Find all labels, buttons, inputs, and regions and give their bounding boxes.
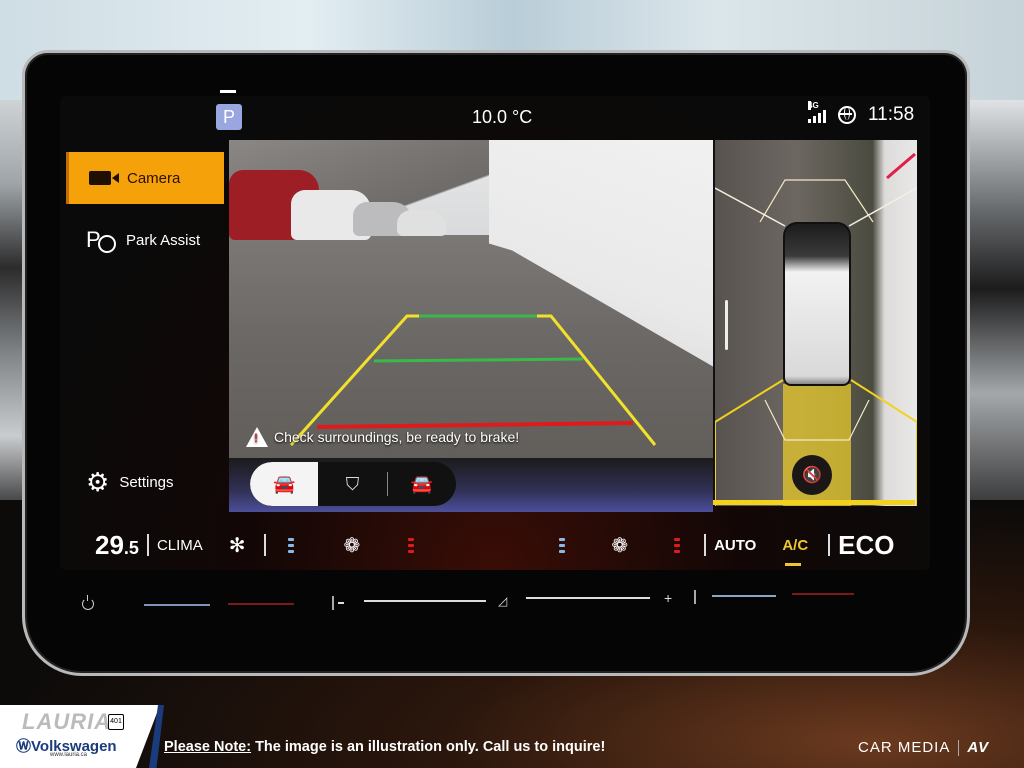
right-seat-heat-level[interactable] xyxy=(674,537,681,553)
left-seat-ventilation-icon[interactable]: ❁ xyxy=(344,533,361,558)
rear-left-zone xyxy=(715,379,784,506)
temp-slider-left-heat[interactable] xyxy=(228,603,294,605)
clima-button[interactable]: CLIMA xyxy=(157,537,203,554)
sidebar-item-label: Park Assist xyxy=(126,231,201,249)
dealer-url: www.lauria.ca xyxy=(50,752,88,758)
separator xyxy=(146,534,149,556)
disclaimer-text: The image is an illustration only. Call … xyxy=(251,739,606,755)
outside-temperature: 10.0 °C xyxy=(472,107,533,127)
sound-off-icon: 🔇 xyxy=(802,467,822,484)
temp-slider-right-cool[interactable] xyxy=(712,595,776,597)
warning-icon xyxy=(246,427,268,447)
warning-text: Check surroundings, be ready to brake! xyxy=(274,429,520,445)
scroll-indicator[interactable] xyxy=(725,300,728,350)
eco-button[interactable]: ECO xyxy=(838,530,894,561)
sidebar-item-park-assist[interactable]: P Park Assist xyxy=(66,214,224,266)
slider-divider xyxy=(332,596,334,610)
car-rear-sensor-icon: 🚘 xyxy=(272,473,296,494)
sidebar-item-label: Settings xyxy=(119,473,174,491)
slider-divider xyxy=(694,590,696,604)
clock: 11:58 xyxy=(868,104,915,125)
volume-minus[interactable] xyxy=(338,602,344,604)
rear-right-zone xyxy=(850,379,917,506)
sidebar-item-label: Camera xyxy=(127,169,181,187)
temp-slider-left-cool[interactable] xyxy=(144,604,210,606)
gear-indicator-marker xyxy=(220,90,236,93)
front-left-ray xyxy=(715,187,786,227)
sidebar: Camera P Park Assist ⚙ Settings xyxy=(66,150,226,510)
volume-slider-right[interactable] xyxy=(526,597,650,599)
touch-slider-row: ◿ + xyxy=(80,590,880,616)
surround-view-button[interactable]: 🚘 xyxy=(388,462,456,506)
sidebar-item-camera[interactable]: Camera xyxy=(66,152,224,204)
rear-view-button[interactable]: 🚘 xyxy=(250,462,319,506)
auto-button[interactable]: AUTO xyxy=(714,537,756,554)
signal-icon: 4G xyxy=(808,101,826,123)
network-type: 4G xyxy=(808,101,819,110)
car-surround-icon: 🚘 xyxy=(410,473,434,494)
ac-button[interactable]: A/C xyxy=(782,537,808,566)
separator xyxy=(704,534,707,556)
guide-green-mid xyxy=(373,357,584,363)
gear-indicator: P xyxy=(216,104,242,130)
parking-guides xyxy=(289,314,657,447)
front-sensor-arc xyxy=(759,179,874,223)
volume-slider-left[interactable] xyxy=(364,600,486,602)
rear-sensor-arc xyxy=(764,399,870,441)
right-seat-cool-level[interactable] xyxy=(559,537,566,553)
warning-message: Check surroundings, be ready to brake! xyxy=(246,427,519,447)
globe-icon xyxy=(838,106,856,124)
top-view-border xyxy=(713,500,915,505)
dealer-name: LAURIA xyxy=(22,709,112,734)
rear-camera-view[interactable] xyxy=(229,140,713,512)
sidebar-item-settings[interactable]: ⚙ Settings xyxy=(66,456,224,508)
vw-logo-icon: Ⓦ xyxy=(16,738,32,755)
trailer-view-button[interactable]: ⛉ xyxy=(318,462,386,506)
trailer-hitch-icon: ⛉ xyxy=(345,473,360,494)
temp-slider-right-heat[interactable] xyxy=(792,593,854,595)
fan-airflow-icon[interactable]: ✻ xyxy=(229,533,246,558)
disclaimer-label: Please Note: xyxy=(164,739,252,755)
highway-badge: 401 xyxy=(108,714,124,730)
volume-icon: ◿ xyxy=(498,594,508,608)
cabin-temperature[interactable]: 29.5 xyxy=(95,530,139,561)
top-view-panel[interactable] xyxy=(713,140,917,506)
gear-icon: ⚙ xyxy=(86,467,110,497)
mute-warning-button[interactable]: 🔇 xyxy=(792,455,832,495)
front-right-ray xyxy=(848,187,917,227)
left-seat-heat-level[interactable] xyxy=(408,537,415,553)
obstacle-marker xyxy=(886,152,916,180)
separator xyxy=(828,534,831,556)
vehicle-top-icon xyxy=(783,222,851,386)
disclaimer: Please Note: The image is an illustratio… xyxy=(164,739,605,755)
power-icon[interactable] xyxy=(82,595,94,610)
brand-separator xyxy=(958,739,960,756)
brand-mark: AV xyxy=(967,739,990,756)
status-icons: 4G 11:58 xyxy=(808,101,915,126)
volume-plus[interactable]: + xyxy=(664,590,672,606)
car-media-brand: CAR MEDIA AV xyxy=(858,739,989,756)
left-seat-cool-level[interactable] xyxy=(287,537,294,553)
park-assist-icon: P xyxy=(86,227,116,253)
right-seat-ventilation-icon[interactable]: ❁ xyxy=(611,533,628,558)
separator xyxy=(263,534,266,556)
camera-icon xyxy=(89,171,119,185)
climate-bar: 29.5 CLIMA ✻ ❁ ❁ AUTO A/C ECO xyxy=(95,525,915,566)
camera-view-toggle: 🚘 ⛉ 🚘 xyxy=(250,462,456,506)
brand-name: CAR MEDIA xyxy=(858,739,951,756)
